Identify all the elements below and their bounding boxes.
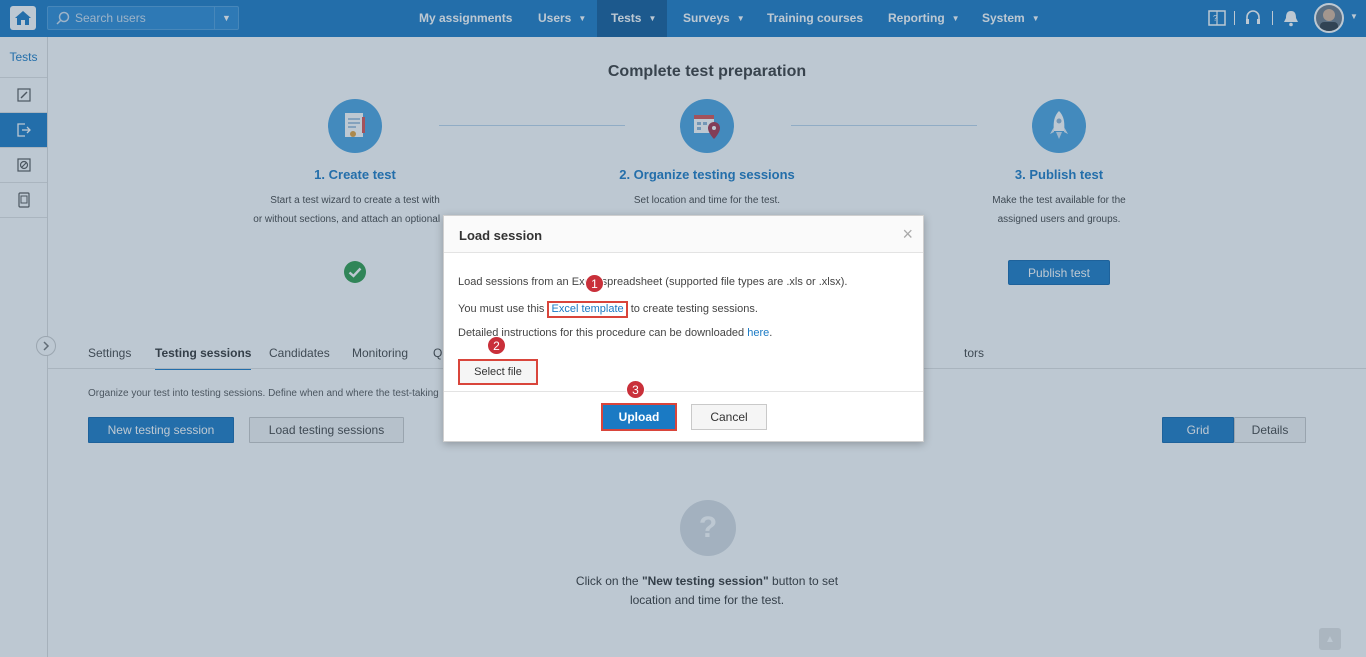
- dialog-title: Load session: [459, 228, 543, 243]
- cancel-button[interactable]: Cancel: [691, 404, 767, 430]
- step-marker-2: 2: [487, 336, 506, 355]
- load-session-dialog: Load session × Load sessions from an Exc…: [443, 215, 924, 442]
- template-instruction: You must use this Excel template to crea…: [458, 301, 758, 318]
- dialog-header: Load session ×: [444, 216, 923, 253]
- select-file-button[interactable]: Select file: [458, 359, 538, 385]
- here-link[interactable]: here: [747, 327, 769, 339]
- instructions-download: Detailed instructions for this procedure…: [458, 327, 773, 339]
- close-icon[interactable]: ×: [902, 224, 913, 245]
- upload-button[interactable]: Upload: [601, 403, 677, 431]
- step-marker-3: 3: [626, 380, 645, 399]
- dialog-footer-divider: [444, 391, 923, 392]
- step-marker-1: 1: [585, 274, 604, 293]
- dialog-description: Load sessions from an Excel spreadsheet …: [458, 276, 848, 288]
- excel-template-link[interactable]: Excel template: [547, 301, 628, 318]
